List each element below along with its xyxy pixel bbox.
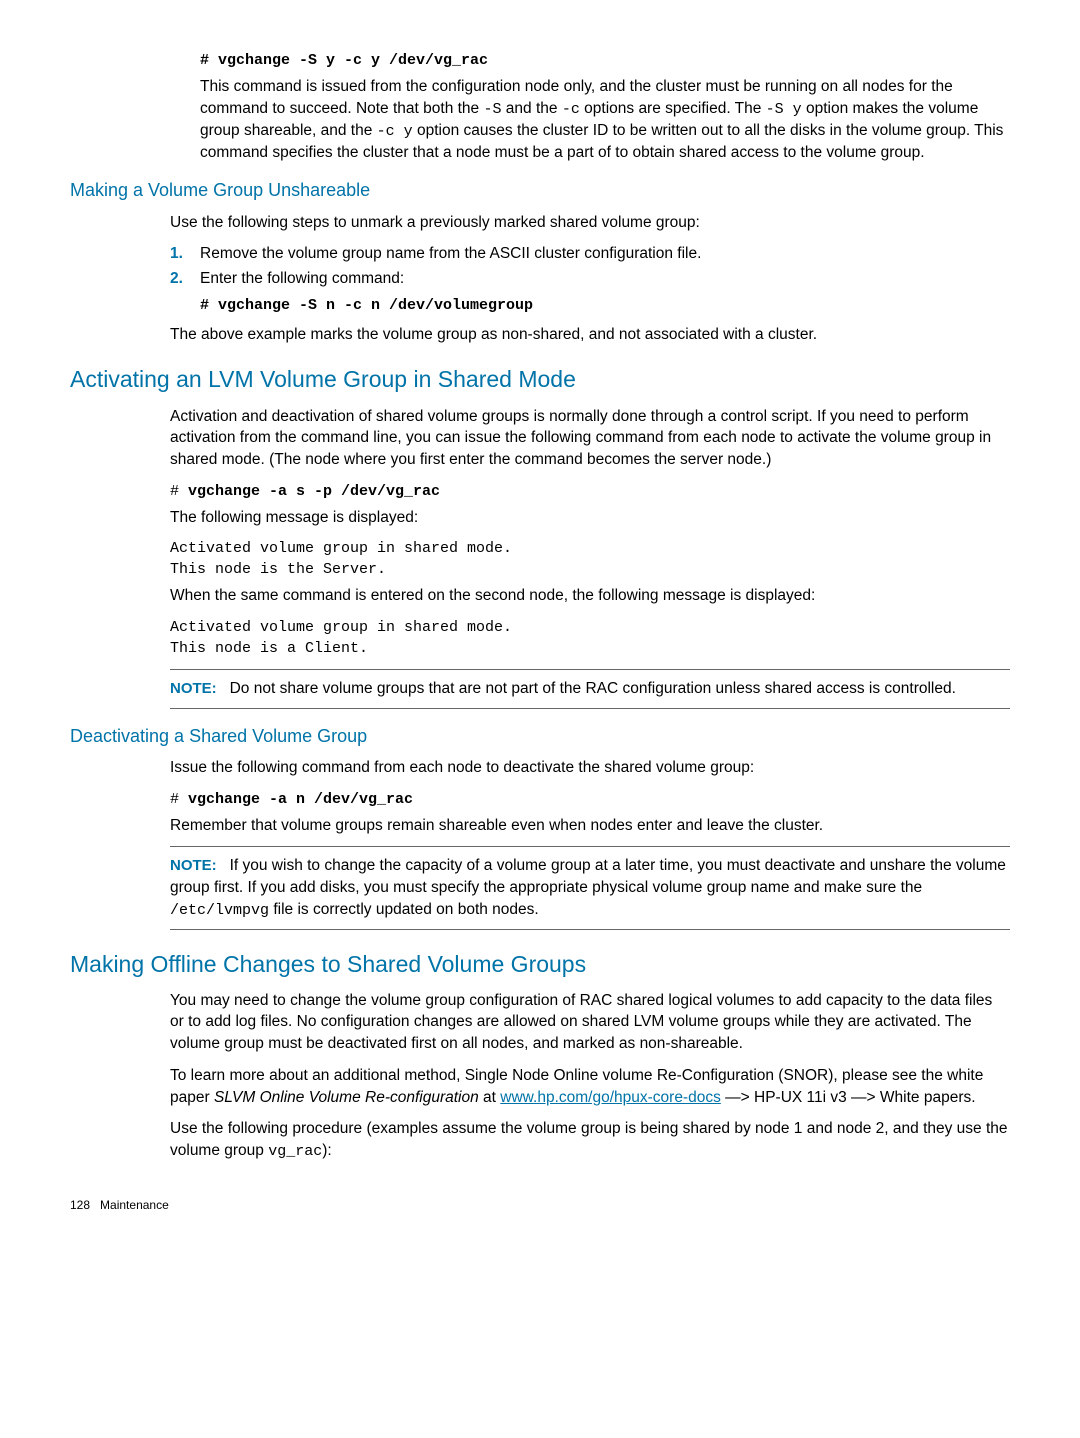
heading-activating: Activating an LVM Volume Group in Shared… xyxy=(70,363,1010,395)
link-hpux-docs[interactable]: www.hp.com/go/hpux-core-docs xyxy=(500,1089,721,1106)
list-item: 2. Enter the following command: xyxy=(170,268,1010,290)
deact-p1: Issue the following command from each no… xyxy=(170,757,1010,779)
whitepaper-title: SLVM Online Volume Re-configuration xyxy=(214,1089,479,1106)
cmd-text: vgchange -a n /dev/vg_rac xyxy=(188,791,413,808)
t: at xyxy=(479,1089,501,1106)
note-label: NOTE: xyxy=(170,857,217,874)
heading-unshareable: Making a Volume Group Unshareable xyxy=(70,178,1010,203)
activating-p2: The following message is displayed: xyxy=(170,507,1010,529)
unshare-outro: The above example marks the volume group… xyxy=(170,324,1010,346)
prompt: # xyxy=(170,483,188,500)
intro-paragraph: This command is issued from the configur… xyxy=(200,76,1010,163)
heading-deactivating: Deactivating a Shared Volume Group xyxy=(70,724,1010,749)
note-text-b: file is correctly updated on both nodes. xyxy=(269,901,539,918)
code-opt-c-y: -c y xyxy=(377,123,413,140)
section-name: Maintenance xyxy=(100,1198,169,1212)
t: —> HP-UX 11i v3 —> White papers. xyxy=(721,1089,976,1106)
page-number: 128 xyxy=(70,1198,90,1212)
code-vg-rac: vg_rac xyxy=(268,1143,322,1160)
code-lvmpvg: /etc/lvmpvg xyxy=(170,902,269,919)
t: options are specified. The xyxy=(580,100,766,117)
li-text: Remove the volume group name from the AS… xyxy=(200,243,701,265)
cmd-text: vgchange -a s -p /dev/vg_rac xyxy=(188,483,440,500)
note-text: Do not share volume groups that are not … xyxy=(230,680,956,697)
cmd-vgchange-a-n: # vgchange -a n /dev/vg_rac xyxy=(170,789,1010,810)
list-item: 1. Remove the volume group name from the… xyxy=(170,243,1010,265)
note-box: NOTE: If you wish to change the capacity… xyxy=(170,846,1010,929)
offline-p1: You may need to change the volume group … xyxy=(170,990,1010,1055)
note-box: NOTE: Do not share volume groups that ar… xyxy=(170,669,1010,709)
code-opt-s: -S xyxy=(483,101,501,118)
heading-offline-changes: Making Offline Changes to Shared Volume … xyxy=(70,948,1010,980)
t: ): xyxy=(322,1142,331,1159)
activating-p3: When the same command is entered on the … xyxy=(170,585,1010,607)
output-server: Activated volume group in shared mode. T… xyxy=(170,538,1010,580)
list-number: 1. xyxy=(170,243,200,265)
deact-p2: Remember that volume groups remain share… xyxy=(170,815,1010,837)
note-text-a: If you wish to change the capacity of a … xyxy=(170,857,1006,896)
list-number: 2. xyxy=(170,268,200,290)
li-text: Enter the following command: xyxy=(200,268,404,290)
out-line: This node is a Client. xyxy=(170,638,1010,659)
page-footer: 128 Maintenance xyxy=(70,1197,1010,1214)
offline-p3: Use the following procedure (examples as… xyxy=(170,1118,1010,1162)
out-line: Activated volume group in shared mode. xyxy=(170,617,1010,638)
note-label: NOTE: xyxy=(170,680,217,697)
code-opt-s-y: -S y xyxy=(766,101,802,118)
unshare-intro: Use the following steps to unmark a prev… xyxy=(170,212,1010,234)
cmd-vgchange-s-y: # vgchange -S y -c y /dev/vg_rac xyxy=(200,50,1010,71)
cmd-vgchange-s-n: # vgchange -S n -c n /dev/volumegroup xyxy=(200,295,1010,316)
activating-p1: Activation and deactivation of shared vo… xyxy=(170,406,1010,471)
out-line: This node is the Server. xyxy=(170,559,1010,580)
out-line: Activated volume group in shared mode. xyxy=(170,538,1010,559)
output-client: Activated volume group in shared mode. T… xyxy=(170,617,1010,659)
offline-p2: To learn more about an additional method… xyxy=(170,1065,1010,1108)
prompt: # xyxy=(170,791,188,808)
cmd-vgchange-a-s: # vgchange -a s -p /dev/vg_rac xyxy=(170,481,1010,502)
t: and the xyxy=(502,100,562,117)
code-opt-c: -c xyxy=(562,101,580,118)
